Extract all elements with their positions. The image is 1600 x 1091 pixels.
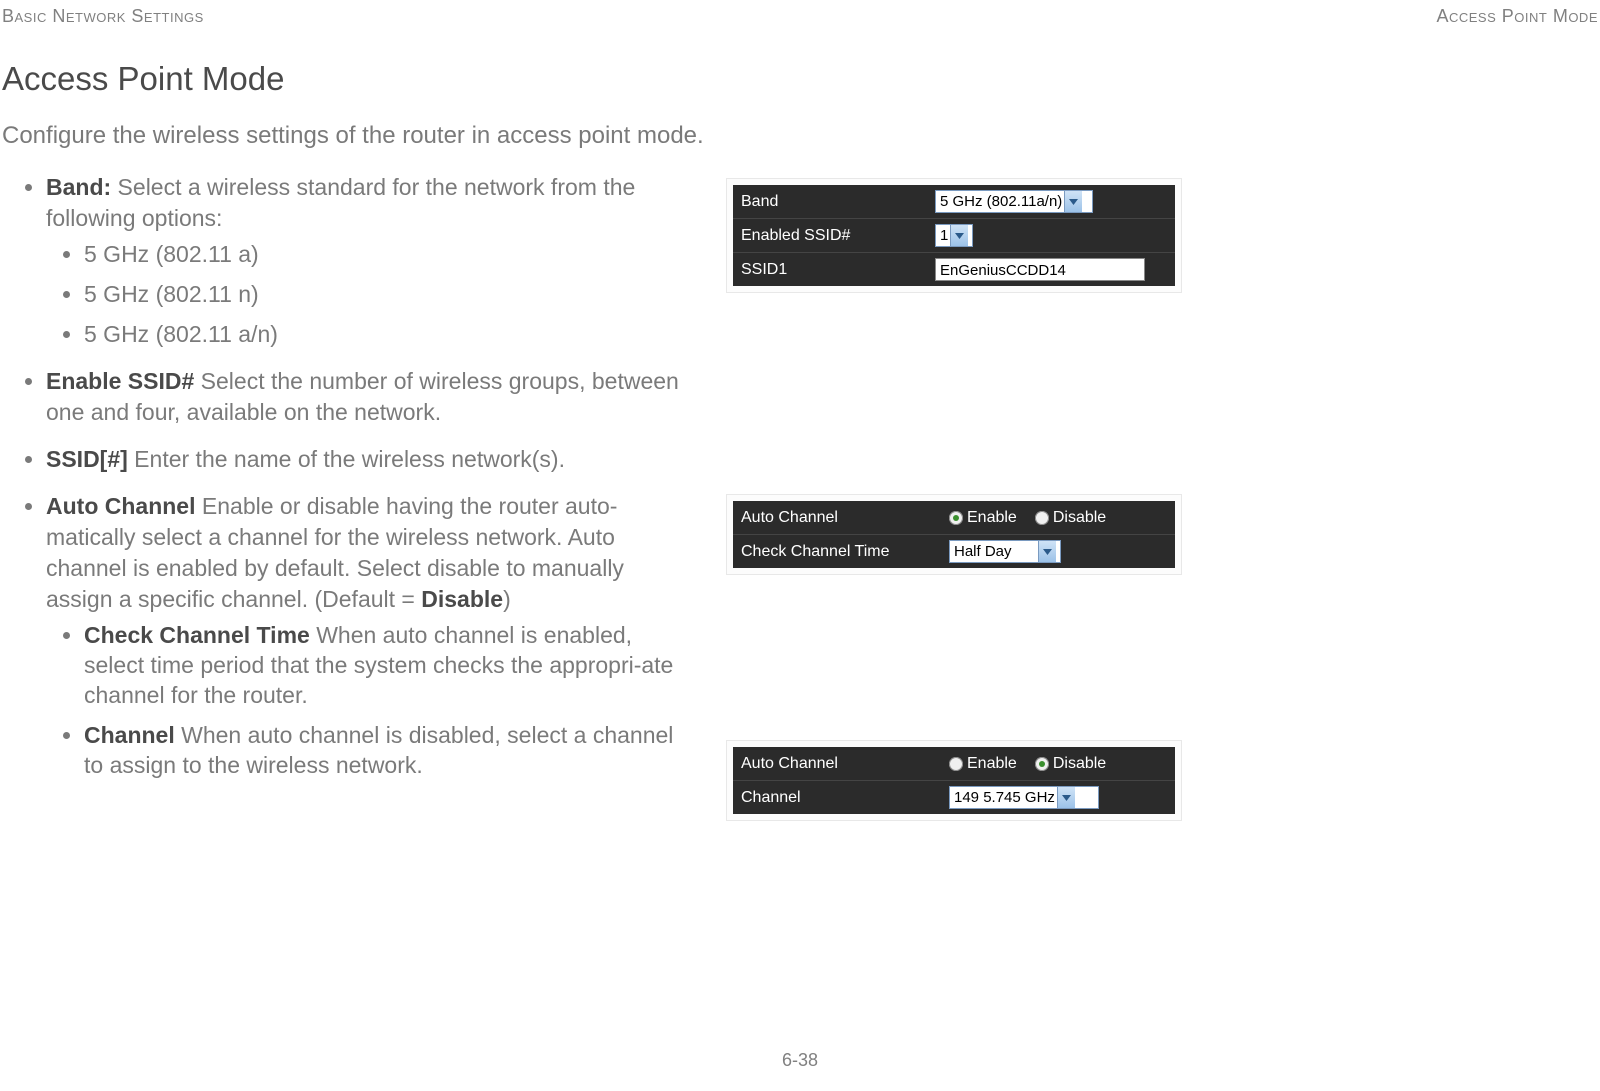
desc-ssid: Enter the name of the wireless network(s… xyxy=(128,446,565,472)
term-enable-ssid: Enable SSID# xyxy=(46,368,194,394)
radio-disable-2-label: Disable xyxy=(1053,509,1106,527)
term-auto-channel: Auto Channel xyxy=(46,493,196,519)
radio-enable-2-label: Enable xyxy=(967,509,1017,527)
row-band: Band 5 GHz (802.11a/n) xyxy=(733,185,1175,219)
radio-disable-3[interactable]: Disable xyxy=(1035,755,1106,773)
header-left: Basic Network Settings xyxy=(2,6,204,27)
settings-panel-2: Auto Channel Enable Disable Check Channe… xyxy=(726,494,1182,575)
chevron-down-icon xyxy=(1038,541,1056,562)
header-right: Access Point Mode xyxy=(1436,6,1598,27)
description-list: Band: Select a wireless standard for the… xyxy=(24,172,684,797)
chevron-down-icon xyxy=(1064,191,1082,212)
settings-panel-3: Auto Channel Enable Disable Channel 149 … xyxy=(726,740,1182,821)
channel-select-value: 149 5.745 GHz xyxy=(954,789,1055,806)
band-select-value: 5 GHz (802.11a/n) xyxy=(940,193,1062,210)
label-enabled-ssid: Enabled SSID# xyxy=(733,227,935,245)
label-auto-channel-2: Auto Channel xyxy=(733,509,949,527)
bullet-band: Band: Select a wireless standard for the… xyxy=(46,172,684,350)
chevron-down-icon xyxy=(950,225,968,246)
label-channel: Channel xyxy=(733,789,949,807)
row-auto-channel-3: Auto Channel Enable Disable xyxy=(733,747,1175,781)
radio-dot-icon xyxy=(949,511,963,525)
term-ssid: SSID[#] xyxy=(46,446,128,472)
term-band: Band: xyxy=(46,174,111,200)
radio-enable-3[interactable]: Enable xyxy=(949,755,1017,773)
radio-enable-2[interactable]: Enable xyxy=(949,509,1017,527)
enabled-ssid-select[interactable]: 1 xyxy=(935,224,973,247)
radio-disable-3-label: Disable xyxy=(1053,755,1106,773)
settings-panel-1: Band 5 GHz (802.11a/n) Enabled SSID# 1 xyxy=(726,178,1182,293)
radio-enable-3-label: Enable xyxy=(967,755,1017,773)
bullet-check-channel-time: Check Channel Time When auto channel is … xyxy=(84,621,684,711)
radio-dot-icon xyxy=(1035,511,1049,525)
label-ssid1: SSID1 xyxy=(733,261,935,279)
page-number: 6-38 xyxy=(0,1050,1600,1071)
band-option-2: 5 GHz (802.11 n) xyxy=(84,280,684,310)
intro-text: Configure the wireless settings of the r… xyxy=(2,122,704,150)
bullet-ssid: SSID[#] Enter the name of the wireless n… xyxy=(46,444,684,475)
channel-select[interactable]: 149 5.745 GHz xyxy=(949,786,1099,809)
ssid1-input[interactable]: EnGeniusCCDD14 xyxy=(935,258,1145,281)
check-channel-time-value: Half Day xyxy=(954,543,1036,560)
term-check-channel: Check Channel Time xyxy=(84,622,310,648)
band-option-3: 5 GHz (802.11 a/n) xyxy=(84,320,684,350)
band-select[interactable]: 5 GHz (802.11a/n) xyxy=(935,190,1093,213)
row-enabled-ssid: Enabled SSID# 1 xyxy=(733,219,1175,253)
label-band: Band xyxy=(733,193,935,211)
radio-dot-icon xyxy=(949,757,963,771)
desc-auto-default: Disable xyxy=(421,586,503,612)
row-check-channel-time: Check Channel Time Half Day xyxy=(733,535,1175,568)
desc-band: Select a wireless standard for the netwo… xyxy=(46,174,635,231)
page-title: Access Point Mode xyxy=(2,60,284,98)
desc-auto-b: ) xyxy=(503,586,511,612)
row-ssid1: SSID1 EnGeniusCCDD14 xyxy=(733,253,1175,286)
radio-disable-2[interactable]: Disable xyxy=(1035,509,1106,527)
label-check-channel-time: Check Channel Time xyxy=(733,543,949,561)
band-option-1: 5 GHz (802.11 a) xyxy=(84,240,684,270)
row-auto-channel-2: Auto Channel Enable Disable xyxy=(733,501,1175,535)
bullet-enable-ssid: Enable SSID# Select the number of wirele… xyxy=(46,366,684,428)
term-channel: Channel xyxy=(84,722,175,748)
check-channel-time-select[interactable]: Half Day xyxy=(949,540,1061,563)
enabled-ssid-value: 1 xyxy=(940,227,948,244)
label-auto-channel-3: Auto Channel xyxy=(733,755,949,773)
bullet-channel: Channel When auto channel is disabled, s… xyxy=(84,721,684,781)
radio-dot-icon xyxy=(1035,757,1049,771)
chevron-down-icon xyxy=(1057,787,1075,808)
row-channel: Channel 149 5.745 GHz xyxy=(733,781,1175,814)
bullet-auto-channel: Auto Channel Enable or disable having th… xyxy=(46,491,684,781)
